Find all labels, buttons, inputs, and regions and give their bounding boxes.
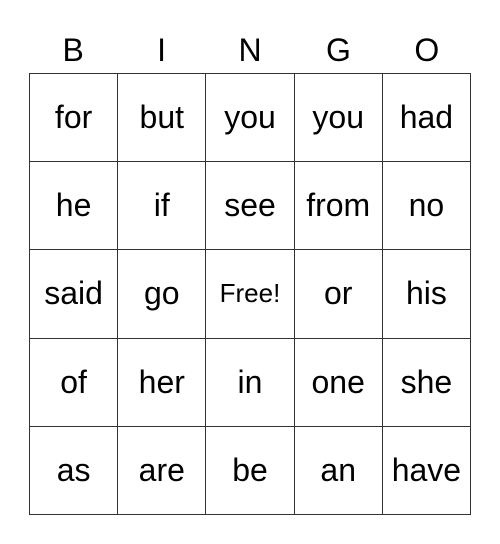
bingo-cell: no (382, 162, 471, 251)
header-letter-i: I (157, 32, 167, 68)
bingo-cell: her (118, 338, 207, 427)
bingo-cell: are (118, 426, 207, 515)
bingo-cell: said (30, 250, 119, 339)
bingo-cell: see (206, 162, 295, 251)
bingo-cell: go (118, 250, 207, 339)
bingo-cell: be (206, 426, 295, 515)
bingo-cell: if (118, 162, 207, 251)
bingo-grid: for but you you had he if see from no said go Free! o… (29, 73, 471, 515)
bingo-cell: he (30, 162, 119, 251)
bingo-cell: in (206, 338, 295, 427)
bingo-cell: of (30, 338, 119, 427)
header-letter-o: O (414, 32, 440, 68)
bingo-cell: she (382, 338, 471, 427)
free-space-cell: Free! (206, 250, 295, 339)
bingo-cell: an (294, 426, 383, 515)
bingo-cell: his (382, 250, 471, 339)
bingo-cell: you (294, 74, 383, 163)
bingo-cell: one (294, 338, 383, 427)
header-letter-b: B (62, 32, 84, 68)
header-letter-n: N (238, 32, 262, 68)
bingo-cell: for (30, 74, 119, 163)
bingo-cell: you (206, 74, 295, 163)
bingo-cell: have (382, 426, 471, 515)
bingo-cell: from (294, 162, 383, 251)
bingo-header: B I N G O (29, 28, 471, 72)
header-letter-g: G (325, 32, 351, 68)
bingo-cell: as (30, 426, 119, 515)
bingo-cell: but (118, 74, 207, 163)
bingo-cell: or (294, 250, 383, 339)
bingo-cell: had (382, 74, 471, 163)
